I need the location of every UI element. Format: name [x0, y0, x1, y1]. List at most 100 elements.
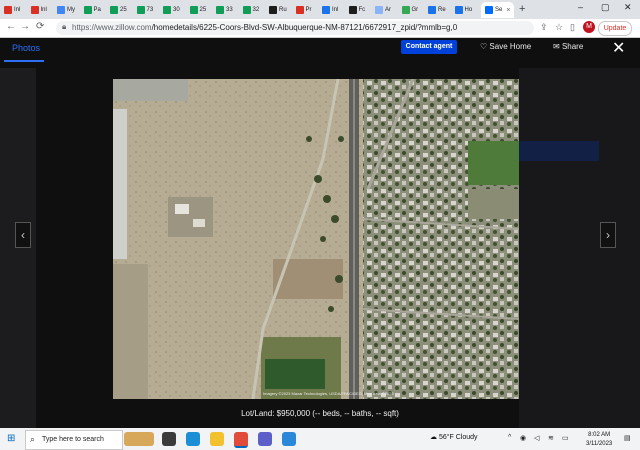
- background-page-right: [519, 68, 640, 428]
- chevron-right-icon: ›: [606, 228, 610, 242]
- new-tab-button[interactable]: +: [519, 3, 525, 15]
- speaker-icon[interactable]: ◁: [534, 434, 539, 442]
- close-window-button[interactable]: ✕: [624, 2, 632, 13]
- heart-icon: ♡: [480, 42, 488, 51]
- forward-arrow-icon[interactable]: →: [20, 21, 30, 32]
- file-explorer-icon[interactable]: [210, 432, 224, 446]
- browser-tab[interactable]: 30: [163, 2, 180, 18]
- browser-tab[interactable]: 25: [189, 2, 207, 18]
- background-page-left: [0, 68, 36, 428]
- browser-tab[interactable]: 32: [242, 2, 260, 18]
- browser-tab-label: Ho: [464, 7, 473, 13]
- close-lightbox-icon[interactable]: ✕: [612, 38, 625, 58]
- browser-tab[interactable]: Inl: [4, 2, 20, 18]
- chrome-icon[interactable]: [234, 432, 248, 448]
- wifi-icon[interactable]: ≋: [548, 434, 554, 442]
- back-arrow-icon[interactable]: ←: [6, 21, 16, 32]
- browser-tab[interactable]: 33: [216, 2, 233, 18]
- sidebar-icon[interactable]: ▯: [570, 22, 575, 33]
- lock-icon: 🔒︎: [62, 22, 67, 31]
- browser-tab[interactable]: Inl: [322, 2, 338, 18]
- browser-tab-label: 25: [199, 7, 207, 13]
- sheets-icon: [83, 6, 92, 14]
- notification-icon[interactable]: ▤: [624, 434, 631, 442]
- sheets-icon: [242, 6, 251, 14]
- address-bar[interactable]: 🔒︎ https://www.zillow.com/homedetails/62…: [56, 21, 534, 35]
- listing-caption: Lot/Land: $950,000 (-- beds, -- baths, -…: [241, 409, 399, 418]
- browser-tab[interactable]: My: [57, 2, 75, 18]
- browser-toolbar: ← → ⟳ 🔒︎ https://www.zillow.com/homedeta…: [0, 19, 640, 38]
- tab-photos[interactable]: Photos: [12, 43, 40, 53]
- google-icon: [57, 6, 65, 14]
- minimize-button[interactable]: –: [578, 2, 583, 12]
- shield-icon: [375, 6, 383, 14]
- search-highlight-icon[interactable]: [124, 432, 154, 446]
- browser-tab[interactable]: Gr: [401, 2, 419, 18]
- weather-widget[interactable]: ☁ 56°F Cloudy: [430, 433, 478, 441]
- sheets-icon: [216, 6, 224, 14]
- browser-tab[interactable]: 25: [110, 2, 127, 18]
- browser-tab-label: 73: [146, 7, 154, 13]
- sheets-icon: [110, 6, 118, 14]
- windows-start-icon[interactable]: ⊞: [7, 433, 15, 444]
- zillow-icon: [485, 6, 493, 14]
- browser-tab-label: 33: [226, 7, 233, 13]
- gmail-icon: [30, 6, 39, 14]
- browser-tab-label: My: [67, 7, 75, 13]
- mail-icon[interactable]: [258, 432, 272, 446]
- globe-icon: [322, 6, 330, 14]
- save-home-label: Save Home: [489, 42, 532, 51]
- background-page-button: [519, 141, 599, 161]
- sheets-icon: [136, 6, 145, 14]
- share-button[interactable]: ✉ Share: [553, 42, 583, 51]
- system-clock[interactable]: 8:02 AM 3/11/2023: [586, 431, 612, 449]
- browser-tab-label: Pr: [305, 7, 312, 13]
- update-button[interactable]: Update: [598, 21, 632, 36]
- close-tab-icon[interactable]: ×: [506, 7, 510, 14]
- browser-tab[interactable]: Fc: [348, 2, 365, 18]
- browser-tab[interactable]: Pr: [295, 2, 312, 18]
- x-icon: [269, 6, 277, 14]
- previous-photo-button[interactable]: ‹: [15, 222, 31, 248]
- contact-agent-button[interactable]: Contact agent: [401, 40, 457, 54]
- browser-tab-label: 30: [173, 7, 180, 13]
- edge-icon[interactable]: [186, 432, 200, 446]
- battery-icon[interactable]: ▭: [562, 434, 569, 442]
- taskbar-search-box[interactable]: ⌕ Type here to search: [25, 430, 123, 450]
- network-icon[interactable]: ◉: [520, 434, 526, 442]
- browser-tab-label: 32: [252, 7, 260, 13]
- clock-date: 3/11/2023: [586, 441, 613, 447]
- share-label: Share: [561, 42, 584, 51]
- browser-tab[interactable]: Ru: [269, 2, 287, 18]
- maximize-button[interactable]: ▢: [601, 2, 610, 13]
- browser-tab-label: Ru: [279, 7, 287, 13]
- url-path: /homedetails/6225-Coors-Blvd-SW-Albuquer…: [151, 23, 458, 32]
- map-pin-icon: [454, 6, 463, 14]
- outlook-icon[interactable]: [282, 432, 296, 446]
- browser-tab[interactable]: 73: [136, 2, 154, 18]
- cloud-icon: ☁: [430, 434, 437, 441]
- browser-tab-label: Inl: [332, 7, 339, 13]
- browser-tab[interactable]: Ho: [454, 2, 473, 18]
- share-page-icon[interactable]: ⇪: [540, 22, 548, 33]
- profile-avatar[interactable]: M: [583, 21, 595, 33]
- windows-taskbar: ⊞ ⌕ Type here to search ☁ 56°F Cloudy ^ …: [0, 428, 640, 450]
- bookmark-star-icon[interactable]: ☆: [555, 22, 563, 33]
- browser-tab-label: Gr: [411, 7, 419, 13]
- save-home-button[interactable]: ♡ Save Home: [480, 42, 531, 51]
- browser-tab[interactable]: Se ×: [481, 2, 515, 18]
- tab-photos-underline: [4, 60, 44, 62]
- reload-icon[interactable]: ⟳: [36, 21, 44, 32]
- browser-tab-label: Pa: [93, 7, 101, 13]
- aerial-photo: Imagery ©2023 Maxar Technologies, USDA/F…: [113, 79, 519, 399]
- browser-tab[interactable]: Re: [428, 2, 446, 18]
- task-view-icon[interactable]: [162, 432, 176, 446]
- browser-tab[interactable]: Inl: [30, 2, 47, 18]
- tray-chevron-icon[interactable]: ^: [508, 434, 511, 441]
- browser-tab[interactable]: Pa: [83, 2, 101, 18]
- sheets-icon: [189, 6, 198, 14]
- browser-tab[interactable]: Ar: [375, 2, 391, 18]
- email-icon: ✉: [553, 42, 560, 51]
- next-photo-button[interactable]: ›: [600, 222, 616, 248]
- photo-credit: Imagery ©2023 Maxar Technologies, USDA/F…: [263, 391, 394, 396]
